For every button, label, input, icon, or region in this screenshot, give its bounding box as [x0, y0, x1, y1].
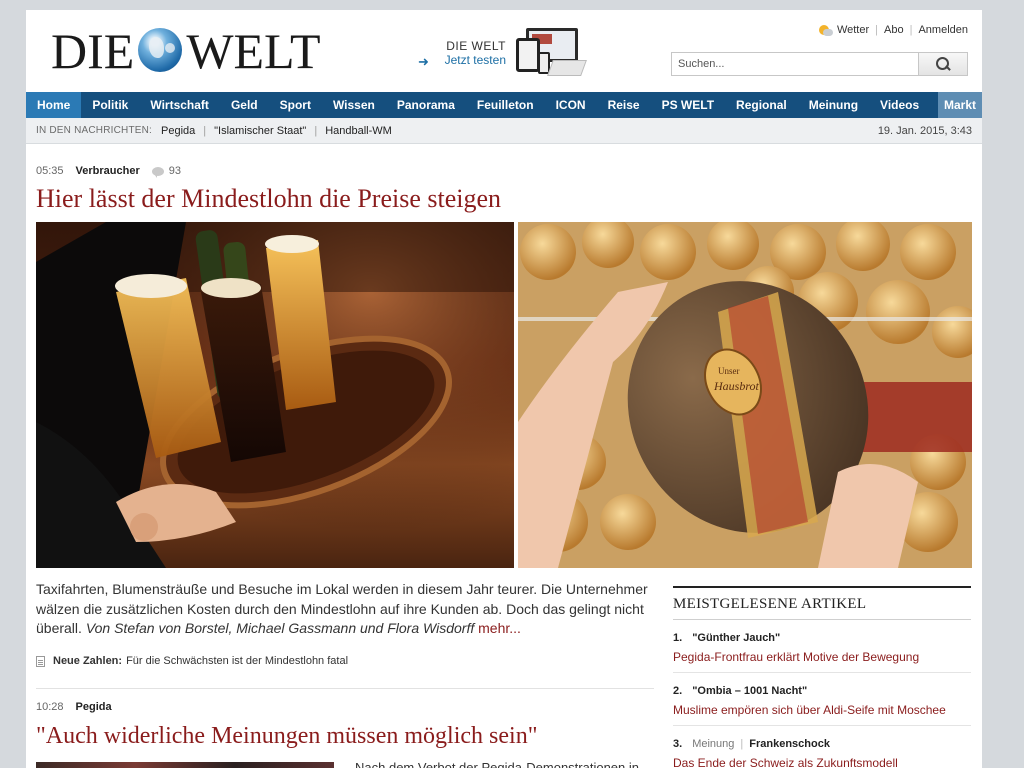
beer-tray-illustration [36, 222, 514, 568]
list-item-header: 1. "Günther Jauch" [673, 632, 971, 644]
news-ticker: IN DEN NACHRICHTEN: Pegida | "Islamische… [26, 118, 982, 144]
globe-icon [138, 28, 183, 72]
lead-images: Unser Hausbrot [36, 222, 972, 568]
list-item-number: 2. [673, 685, 683, 697]
nav-item-regional[interactable]: Regional [725, 92, 798, 118]
ticker-item-handball[interactable]: Handball-WM [325, 125, 392, 137]
second-article-image[interactable] [36, 762, 334, 768]
login-link[interactable]: Anmelden [918, 24, 968, 36]
comment-count[interactable]: 93 [169, 165, 181, 177]
nav-item-geld[interactable]: Geld [220, 92, 269, 118]
divider [36, 688, 654, 689]
list-item: 2. "Ombia – 1001 Nacht" Muslime empören … [673, 673, 971, 726]
nav-item-markt[interactable]: Markt [937, 92, 982, 118]
tablet-icon [516, 38, 540, 72]
top-links: Wetter | Abo | Anmelden [818, 24, 968, 36]
newspaper-icon [547, 60, 587, 76]
site-header: DIE WELT DIE WELT Jetzt testen ➜ Wetter … [26, 10, 982, 92]
list-item-topic[interactable]: "Günther Jauch" [692, 632, 780, 644]
list-item-link[interactable]: Muslime empören sich über Aldi-Seife mit… [673, 703, 971, 717]
list-item-link[interactable]: Das Ende der Schweiz als Zukunftsmodell [673, 756, 971, 768]
nav-item-politik[interactable]: Politik [81, 92, 139, 118]
list-item-header: 3. Meinung | Frankenschock [673, 738, 971, 750]
list-item-number: 1. [673, 632, 683, 644]
list-item: 3. Meinung | Frankenschock Das Ende der … [673, 726, 971, 768]
beer-tray-image[interactable] [36, 222, 514, 568]
related-text[interactable]: Für die Schwächsten ist der Mindestlohn … [126, 655, 348, 667]
article-meta: 10:28 Pegida [36, 701, 112, 713]
abo-link[interactable]: Abo [884, 24, 904, 36]
separator: | [909, 24, 913, 36]
ticker-item-is[interactable]: "Islamischer Staat" [214, 125, 306, 137]
related-link[interactable]: Neue Zahlen: Für die Schwächsten ist der… [36, 655, 348, 667]
nav-item-meinung[interactable]: Meinung [798, 92, 869, 118]
list-item-header: 2. "Ombia – 1001 Nacht" [673, 685, 971, 697]
devices-icon [512, 28, 587, 78]
separator: | [314, 124, 318, 137]
nav-item-sport[interactable]: Sport [269, 92, 322, 118]
list-item-link[interactable]: Pegida-Frontfrau erklärt Motive der Bewe… [673, 650, 971, 664]
second-teaser: Nach dem Verbot der Pegida-Demonstration… [355, 760, 639, 768]
list-item-topic[interactable]: "Ombia – 1001 Nacht" [692, 685, 807, 697]
list-item: 1. "Günther Jauch" Pegida-Frontfrau erkl… [673, 620, 971, 673]
related-label: Neue Zahlen: [53, 655, 123, 667]
lead-lede: Taxifahrten, Blumensträuße und Besuche i… [36, 580, 654, 639]
search-button[interactable] [919, 52, 968, 76]
nav-item-home[interactable]: Home [26, 92, 82, 118]
separator: | [203, 124, 207, 137]
bread-label-top: Unser [718, 366, 740, 376]
ticker-item-pegida[interactable]: Pegida [161, 125, 195, 137]
nav-item-wirtschaft[interactable]: Wirtschaft [139, 92, 220, 118]
arrow-right-icon: ➜ [418, 54, 429, 69]
separator: | [875, 24, 879, 36]
list-item-number: 3. [673, 738, 683, 750]
nav-item-ps-welt[interactable]: PS WELT [651, 92, 725, 118]
list-item-section[interactable]: Meinung [692, 738, 734, 750]
search-icon [935, 56, 951, 72]
promo-cta[interactable]: Jetzt testen [418, 53, 506, 67]
nav-item-feuilleton[interactable]: Feuilleton [466, 92, 545, 118]
logo-welt: WELT [186, 23, 321, 79]
article-time: 10:28 [36, 701, 64, 713]
bread-image[interactable]: Unser Hausbrot [518, 222, 972, 568]
nav-item-reise[interactable]: Reise [597, 92, 651, 118]
search-bar [671, 52, 968, 76]
nav-item-icon[interactable]: ICON [545, 92, 597, 118]
article-category[interactable]: Verbraucher [76, 165, 140, 177]
promo-brand: DIE WELT [446, 39, 506, 53]
promo-text: DIE WELT Jetzt testen [418, 39, 506, 67]
article-meta: 05:35 Verbraucher 93 [36, 165, 181, 178]
separator: | [740, 738, 744, 750]
subscription-promo[interactable]: DIE WELT Jetzt testen ➜ [418, 28, 588, 80]
site-logo[interactable]: DIE WELT [51, 26, 321, 76]
article-category[interactable]: Pegida [76, 701, 112, 713]
more-link[interactable]: mehr... [478, 620, 521, 636]
list-item-topic[interactable]: Frankenschock [749, 738, 830, 750]
nav-item-videos[interactable]: Videos [869, 92, 930, 118]
second-headline[interactable]: "Auch widerliche Meinungen müssen möglic… [36, 721, 538, 751]
page: DIE WELT DIE WELT Jetzt testen ➜ Wetter … [26, 10, 982, 768]
logo-die: DIE [51, 23, 135, 79]
lede-author: Von Stefan von Borstel, Michael Gassmann… [85, 620, 475, 636]
bread-label-main: Hausbrot [713, 379, 760, 393]
nav-item-panorama[interactable]: Panorama [386, 92, 466, 118]
ticker-date: 19. Jan. 2015, 3:43 [877, 125, 972, 137]
comment-icon [151, 166, 164, 178]
bread-illustration: Unser Hausbrot [518, 222, 972, 568]
most-read-title: MEISTGELESENE ARTIKEL [673, 586, 971, 620]
document-icon [36, 655, 45, 667]
ticker-label: IN DEN NACHRICHTEN: [36, 125, 153, 136]
lead-headline[interactable]: Hier lässt der Mindestlohn die Preise st… [36, 184, 501, 214]
weather-link[interactable]: Wetter [837, 24, 869, 36]
most-read-box: MEISTGELESENE ARTIKEL 1. "Günther Jauch"… [673, 586, 971, 768]
article-time: 05:35 [36, 165, 64, 177]
search-input[interactable] [671, 52, 919, 76]
weather-icon [818, 24, 833, 36]
main-navigation: Home Politik Wirtschaft Geld Sport Wisse… [26, 92, 982, 118]
nav-item-wissen[interactable]: Wissen [322, 92, 386, 118]
